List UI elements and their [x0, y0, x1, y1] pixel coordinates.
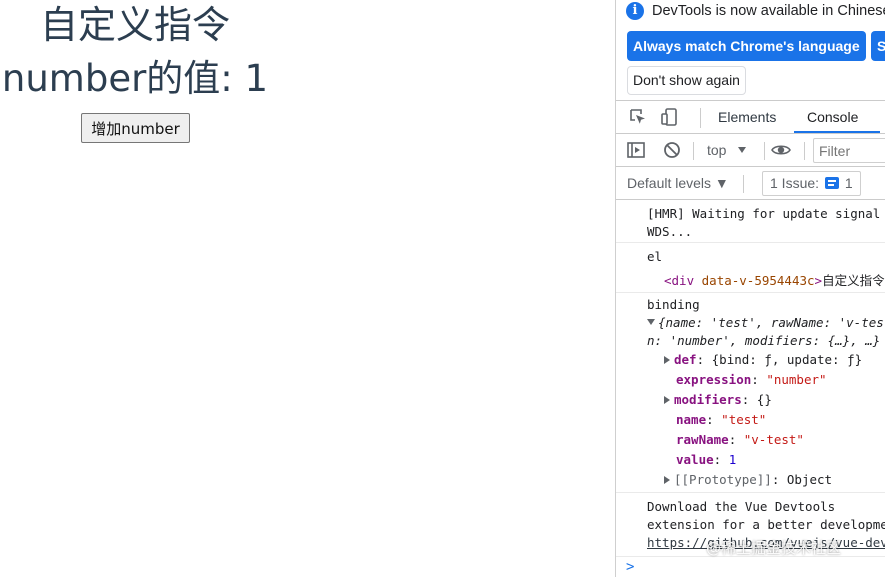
- prop-key: [[Prototype]]: [674, 472, 772, 487]
- dont-show-again-button[interactable]: Don't show again: [627, 66, 746, 95]
- expand-triangle-icon: [647, 319, 655, 325]
- toolbar-divider: [764, 142, 765, 160]
- el-tag-open: <div: [664, 273, 702, 288]
- live-expression-eye-icon[interactable]: [771, 140, 791, 160]
- prop-expression: expression: "number": [676, 372, 827, 387]
- increment-number-button[interactable]: 增加number: [81, 113, 190, 143]
- number-value-text: number的值: 1: [1, 57, 269, 100]
- tabbar-divider: [700, 108, 701, 128]
- collapsed-triangle-icon: [664, 396, 670, 404]
- binding-object-line1: {name: 'test', rawName: 'v-test', expres…: [658, 315, 885, 330]
- binding-object-summary[interactable]: {name: 'test', rawName: 'v-test', expres…: [647, 315, 885, 330]
- tab-console[interactable]: Console: [807, 109, 858, 125]
- inspect-element-icon[interactable]: [628, 107, 648, 127]
- collapsed-triangle-icon: [664, 356, 670, 364]
- prop-modifiers[interactable]: modifiers: {}: [664, 392, 772, 407]
- console-message: el <div data-v-5954443c>自定义指令</div>: [616, 243, 885, 293]
- devtools-tabbar: Elements Console: [616, 100, 885, 134]
- hmr-text-line1: [HMR] Waiting for update signal from: [647, 206, 885, 221]
- default-levels-dropdown[interactable]: Default levels ▼: [627, 175, 729, 191]
- el-dom-node[interactable]: <div data-v-5954443c>自定义指令</div>: [664, 270, 885, 289]
- vue-app: 自定义指令 number的值: 1 增加number: [0, 0, 616, 577]
- el-text: 自定义指令</div>: [822, 273, 885, 288]
- device-toolbar-icon[interactable]: [660, 107, 680, 127]
- el-attr: data-v-5954443c: [701, 273, 815, 288]
- el-label: el: [647, 249, 663, 264]
- always-match-language-button[interactable]: Always match Chrome's language: [627, 31, 866, 61]
- console-output: [HMR] Waiting for update signal from WDS…: [616, 200, 885, 556]
- prop-value: "v-test": [743, 432, 804, 447]
- chevron-down-icon: [738, 147, 747, 153]
- console-message: binding {name: 'test', rawName: 'v-test'…: [616, 293, 885, 493]
- prop-value-field: value: 1: [676, 452, 737, 467]
- prompt-chevron-icon: >: [626, 559, 635, 575]
- prop-def[interactable]: def: {bind: ƒ, update: ƒ}: [664, 352, 862, 367]
- issues-button[interactable]: 1 Issue: 1: [762, 171, 861, 196]
- toolbar-divider: [804, 142, 805, 160]
- prop-key: rawName: [676, 432, 729, 447]
- console-levels-bar: Default levels ▼ 1 Issue: 1: [616, 167, 885, 200]
- info-icon: i: [626, 2, 644, 20]
- prop-key: name: [676, 412, 707, 427]
- prop-value: Object: [786, 472, 833, 487]
- console-message: [HMR] Waiting for update signal from WDS…: [616, 200, 885, 243]
- issues-label: 1 Issue:: [770, 175, 820, 191]
- prop-name: name: "test": [676, 412, 767, 427]
- prop-key: expression: [676, 372, 752, 387]
- toolbar-divider: [693, 142, 694, 160]
- watermark: @稀土掘金技术社区: [706, 539, 842, 557]
- infobar-message: DevTools is now available in Chinese: [652, 3, 885, 19]
- prop-value: {bind: ƒ, update: ƒ}: [711, 352, 863, 367]
- show-sidebar-icon[interactable]: [626, 140, 646, 160]
- prop-rawname: rawName: "v-test": [676, 432, 804, 447]
- console-prompt[interactable]: >: [616, 556, 885, 577]
- binding-label: binding: [647, 297, 700, 312]
- console-toolbar: top: [616, 134, 885, 167]
- el-tag-close: >: [814, 273, 823, 288]
- devtools-panel: i DevTools is now available in Chinese A…: [615, 0, 885, 577]
- prop-value: 1: [728, 452, 737, 467]
- issues-count: 1: [844, 175, 853, 191]
- active-tab-indicator: [794, 131, 880, 133]
- collapsed-triangle-icon: [664, 476, 670, 484]
- prop-key: modifiers: [674, 392, 742, 407]
- levels-divider: [743, 175, 744, 193]
- prop-value: {}: [756, 392, 772, 407]
- issue-message-icon: [824, 177, 839, 189]
- hmr-text-line2: WDS...: [647, 224, 693, 239]
- switch-language-button[interactable]: Sw: [871, 31, 885, 61]
- language-infobar: i DevTools is now available in Chinese A…: [616, 0, 885, 100]
- clear-console-icon[interactable]: [662, 140, 682, 160]
- prop-key: def: [674, 352, 697, 367]
- context-selector-label: top: [707, 142, 727, 158]
- context-selector[interactable]: top: [707, 142, 747, 158]
- console-filter-input[interactable]: [813, 138, 885, 163]
- prop-value: "number": [766, 372, 827, 387]
- page-heading: 自定义指令: [39, 3, 230, 47]
- prop-key: value: [676, 452, 714, 467]
- tab-elements[interactable]: Elements: [718, 109, 776, 125]
- prop-value: "test": [721, 412, 767, 427]
- vue-devtools-text-line2: extension for a better development: [647, 517, 885, 532]
- vue-devtools-text-line1: Download the Vue Devtools: [647, 499, 836, 514]
- prop-prototype[interactable]: [[Prototype]]: Object: [664, 472, 832, 487]
- binding-object-line2: n: 'number', modifiers: {…}, …}: [647, 333, 881, 348]
